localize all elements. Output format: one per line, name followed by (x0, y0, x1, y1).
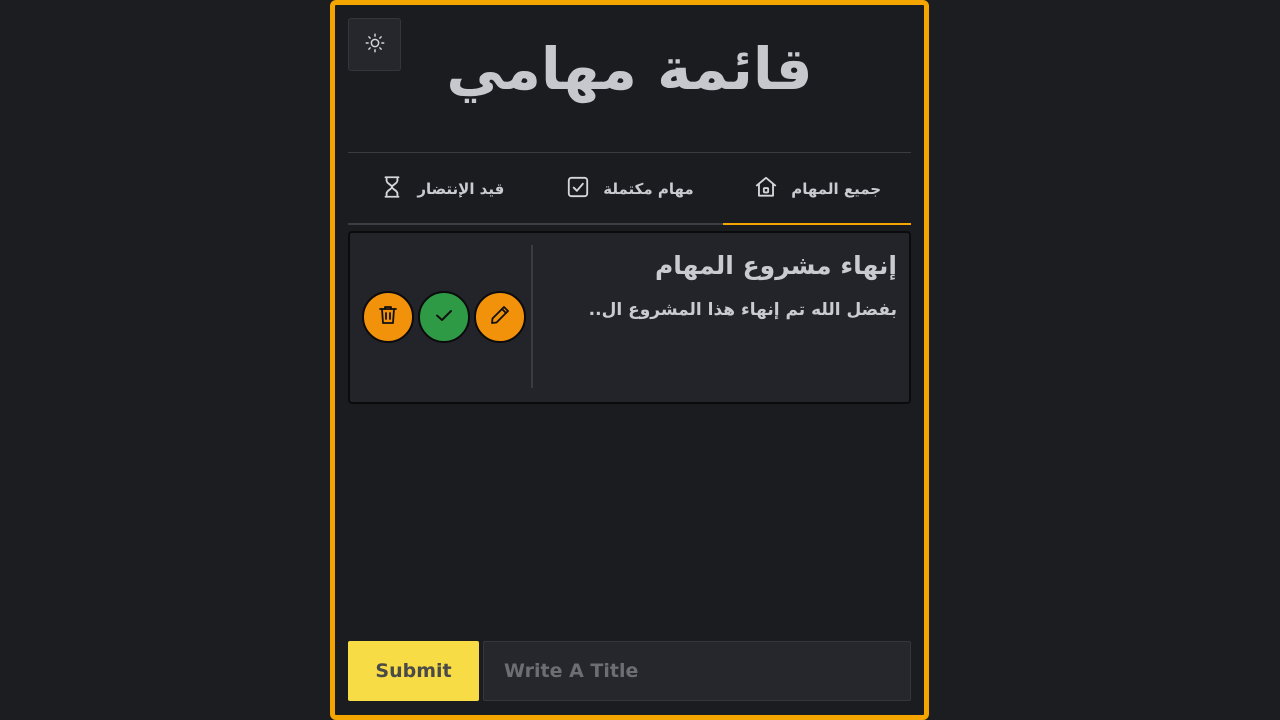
todo-app: قائمة مهامي جميع المهام مهام مكتملة قيد … (330, 0, 929, 720)
header-divider (348, 152, 911, 153)
tab-label: قيد الإنتضار (417, 180, 505, 198)
tab-completed-tasks[interactable]: مهام مكتملة (536, 155, 724, 223)
complete-task-button[interactable] (418, 291, 470, 343)
tab-pending-tasks[interactable]: قيد الإنتضار (348, 155, 536, 223)
submit-button[interactable]: Submit (348, 641, 479, 701)
tab-label: مهام مكتملة (603, 180, 694, 198)
pencil-icon (488, 303, 512, 331)
edit-task-button[interactable] (474, 291, 526, 343)
page-title: قائمة مهامي (446, 35, 813, 103)
task-text: إنهاء مشروع المهام بفضل الله تم إنهاء هذ… (567, 251, 897, 320)
home-icon (753, 174, 779, 204)
check-square-icon (565, 174, 591, 204)
tab-label: جميع المهام (791, 180, 882, 198)
trash-icon (376, 303, 400, 331)
check-icon (432, 303, 456, 331)
task-divider (531, 245, 533, 388)
delete-task-button[interactable] (362, 291, 414, 343)
hourglass-icon (379, 174, 405, 204)
tab-all-tasks[interactable]: جميع المهام (723, 155, 911, 225)
tabs-bar: جميع المهام مهام مكتملة قيد الإنتضار (348, 155, 911, 225)
title-input[interactable] (483, 641, 911, 701)
add-task-form: Submit (348, 641, 911, 701)
task-actions (362, 291, 526, 343)
task-card: إنهاء مشروع المهام بفضل الله تم إنهاء هذ… (348, 231, 911, 404)
task-description: بفضل الله تم إنهاء هذا المشروع ال.. (588, 300, 897, 320)
task-title: إنهاء مشروع المهام (654, 251, 897, 280)
